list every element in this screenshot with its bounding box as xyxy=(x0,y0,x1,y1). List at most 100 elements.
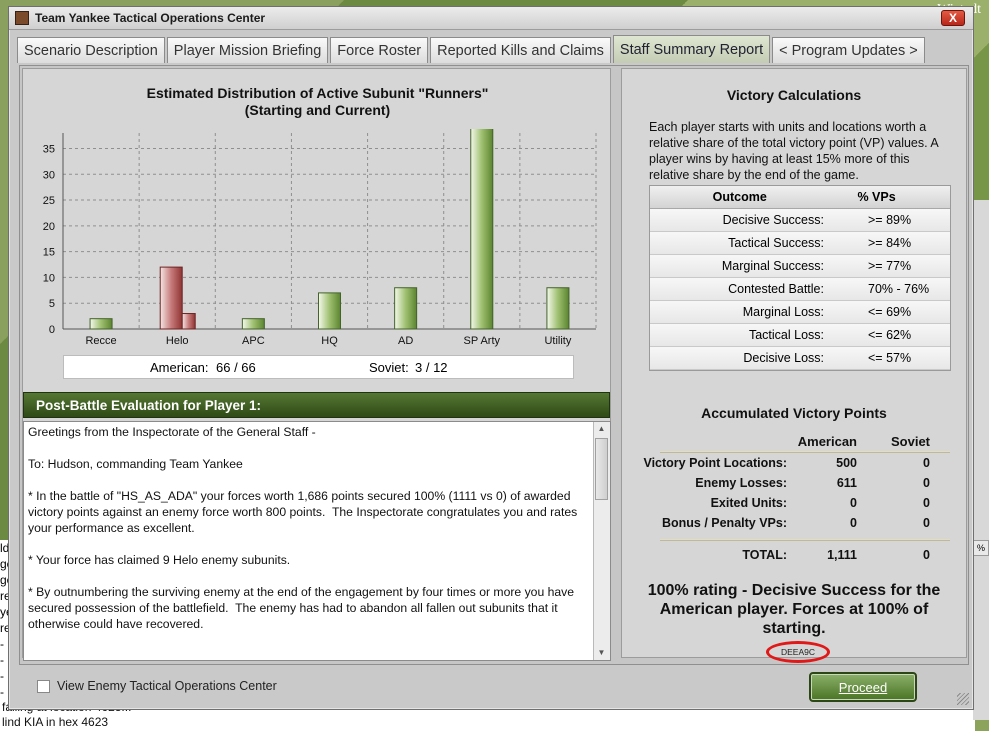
x-tick-label: SP Arty xyxy=(464,335,501,347)
soviet-value: 0 xyxy=(923,476,930,490)
divider xyxy=(660,539,950,541)
table-row: Decisive Loss: <= 57% xyxy=(650,347,950,370)
side-panel-button[interactable]: % xyxy=(973,540,989,556)
x-tick-label: APC xyxy=(242,335,265,347)
bar-recce xyxy=(89,318,113,330)
y-tick-label: 35 xyxy=(43,143,55,155)
total-row: TOTAL: 1,111 0 xyxy=(634,545,954,565)
vps-cell: <= 69% xyxy=(868,305,912,319)
y-tick-label: 10 xyxy=(43,272,55,284)
title-bar: Team Yankee Tactical Operations Center xyxy=(9,7,973,30)
bar-ad xyxy=(394,287,418,330)
y-tick-label: 15 xyxy=(43,247,55,259)
scroll-thumb[interactable] xyxy=(595,438,608,500)
table-row: Tactical Success: >= 84% xyxy=(650,232,950,255)
table-row: Tactical Loss: <= 62% xyxy=(650,324,950,347)
soviet-total-label: Soviet: xyxy=(369,359,409,375)
window-title: Team Yankee Tactical Operations Center xyxy=(35,11,266,25)
table-row: Marginal Loss: <= 69% xyxy=(650,301,950,324)
bar-utility xyxy=(546,287,570,330)
vps-cell: >= 89% xyxy=(868,213,912,227)
outcome-column-header: Outcome xyxy=(712,190,767,204)
american-total-label: American: xyxy=(150,359,209,375)
total-label: TOTAL: xyxy=(742,548,787,562)
american-column-header: American xyxy=(797,433,857,449)
victory-calculations-title: Victory Calculations xyxy=(726,87,862,103)
soviet-value: 0 xyxy=(923,496,930,510)
result-summary: 100% rating - Decisive Success for the A… xyxy=(647,582,941,637)
outcome-cell: Tactical Success: xyxy=(728,236,824,250)
resize-grip-icon[interactable] xyxy=(957,693,969,705)
chart-panel: Estimated Distribution of Active Subunit… xyxy=(22,68,611,661)
bar-helo xyxy=(159,266,183,330)
evaluation-paragraph: To: Hudson, commanding Team Yankee xyxy=(28,457,243,471)
tab-player-mission-briefing[interactable]: Player Mission Briefing xyxy=(166,37,329,63)
american-value: 611 xyxy=(836,476,857,490)
evaluation-textbox[interactable]: Greetings from the Inspectorate of the G… xyxy=(23,421,611,661)
total-soviet: 0 xyxy=(923,548,930,562)
proceed-button[interactable]: Proceed xyxy=(809,672,917,702)
outcome-cell: Marginal Success: xyxy=(721,259,824,273)
evaluation-scrollbar[interactable]: ▲ ▼ xyxy=(593,422,610,660)
vps-cell: <= 62% xyxy=(868,328,912,342)
outcome-cell: Decisive Success: xyxy=(722,213,824,227)
accumulated-vp-title: Accumulated Victory Points xyxy=(701,405,887,421)
evaluation-paragraph: * Your force has claimed 9 Helo enemy su… xyxy=(28,553,291,567)
row-label: Enemy Losses: xyxy=(695,476,787,490)
view-enemy-label[interactable]: View Enemy Tactical Operations Center xyxy=(57,679,277,693)
row-label: Victory Point Locations: xyxy=(643,456,787,470)
soviet-column-header: Soviet xyxy=(890,433,930,449)
table-row: Bonus / Penalty VPs: 0 0 xyxy=(634,513,954,533)
y-tick-label: 20 xyxy=(43,221,55,233)
x-tick-label: Helo xyxy=(166,335,189,347)
scroll-up-arrow-icon[interactable]: ▲ xyxy=(594,422,609,436)
app-icon xyxy=(15,11,29,25)
x-tick-label: AD xyxy=(398,335,413,347)
vps-cell: 70% - 76% xyxy=(868,282,930,296)
tab-reported-kills[interactable]: Reported Kills and Claims xyxy=(430,37,611,63)
tab-content: Estimated Distribution of Active Subunit… xyxy=(19,65,969,665)
view-enemy-checkbox[interactable] xyxy=(37,680,50,693)
outcome-cell: Tactical Loss: xyxy=(748,328,824,342)
table-row: Decisive Success: >= 89% xyxy=(650,209,950,232)
tab-force-roster[interactable]: Force Roster xyxy=(330,37,429,63)
x-tick-label: HQ xyxy=(321,335,338,347)
bar-apc xyxy=(241,318,265,330)
x-tick-label: Utility xyxy=(544,335,571,347)
accumulated-vp-table: American Soviet Victory Point Locations:… xyxy=(634,431,954,565)
soviet-value: 0 xyxy=(923,516,930,530)
vps-cell: >= 84% xyxy=(868,236,912,250)
y-tick-label: 5 xyxy=(49,298,55,310)
outcome-cell: Contested Battle: xyxy=(728,282,824,296)
bar-helo-current xyxy=(181,313,196,330)
table-row: Exited Units: 0 0 xyxy=(634,493,954,513)
vps-cell: >= 77% xyxy=(868,259,912,273)
victory-description: Each player starts with units and locati… xyxy=(649,120,939,182)
tab-staff-summary-report[interactable]: Staff Summary Report xyxy=(612,35,771,63)
toc-window: Team Yankee Tactical Operations Center X… xyxy=(8,6,974,710)
evaluation-text: Greetings from the Inspectorate of the G… xyxy=(28,424,594,658)
american-value: 500 xyxy=(836,456,857,470)
victory-thresholds-table: Outcome % VPs Decisive Success: >= 89% Ta… xyxy=(649,185,951,371)
american-value: 0 xyxy=(850,496,857,510)
soviet-total-value: 3 / 12 xyxy=(415,359,448,375)
tab-bar: Scenario Description Player Mission Brie… xyxy=(17,35,925,63)
evaluation-header: Post-Battle Evaluation for Player 1: xyxy=(23,392,610,418)
chart-title-line1: Estimated Distribution of Active Subunit… xyxy=(146,85,489,101)
scroll-down-arrow-icon[interactable]: ▼ xyxy=(594,646,609,660)
table-header: American Soviet xyxy=(634,431,954,451)
tab-scenario-description[interactable]: Scenario Description xyxy=(17,37,165,63)
soviet-value: 0 xyxy=(923,456,930,470)
footer: View Enemy Tactical Operations Center Pr… xyxy=(19,667,969,705)
american-total-value: 66 / 66 xyxy=(216,359,256,375)
tab-program-updates[interactable]: < Program Updates > xyxy=(772,37,925,63)
close-button[interactable]: X xyxy=(941,10,965,26)
outcome-cell: Marginal Loss: xyxy=(742,305,824,319)
y-tick-label: 0 xyxy=(49,324,55,336)
verification-code: DEEA9C xyxy=(766,641,830,663)
table-row: Marginal Success: >= 77% xyxy=(650,255,950,278)
bar-hq xyxy=(318,292,341,330)
vps-column-header: % VPs xyxy=(857,190,896,204)
vps-cell: <= 57% xyxy=(868,351,912,365)
row-label: Bonus / Penalty VPs: xyxy=(661,516,787,530)
